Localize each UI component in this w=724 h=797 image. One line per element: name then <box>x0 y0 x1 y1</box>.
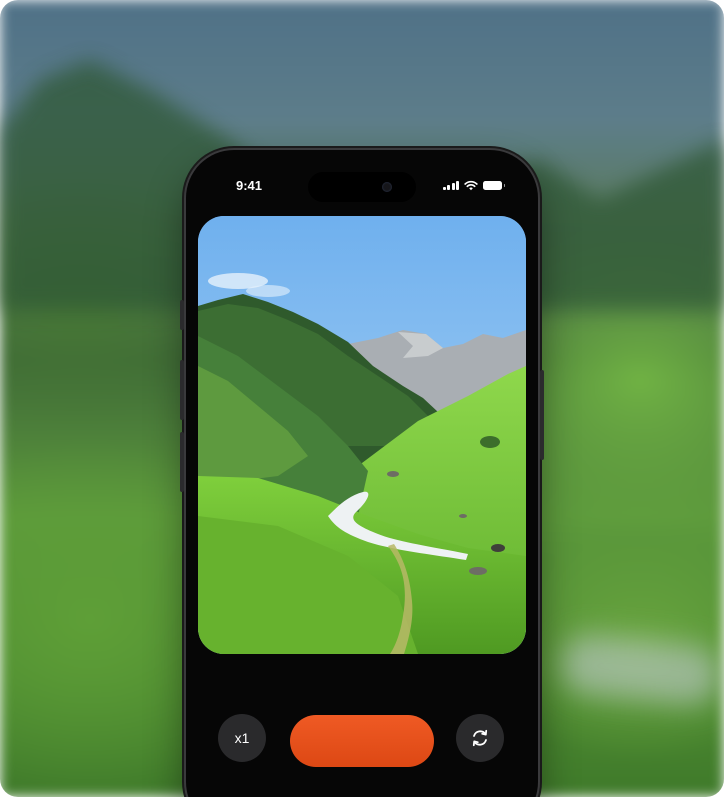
cellular-signal-icon <box>442 180 459 190</box>
camera-viewfinder[interactable] <box>198 216 526 654</box>
wifi-icon <box>464 180 478 190</box>
camera-rotate-icon <box>472 729 488 747</box>
status-bar-icons <box>442 179 505 191</box>
viewfinder-landscape-image <box>198 216 526 654</box>
phone-device: 9:41 x1 <box>180 150 544 797</box>
status-bar-time: 9:41 <box>236 178 263 193</box>
front-camera-icon <box>382 182 392 192</box>
phone-action-button <box>180 300 184 330</box>
battery-icon <box>483 180 505 190</box>
screenshot-frame: 9:41 x1 <box>0 0 724 797</box>
flip-camera-button[interactable] <box>456 714 504 762</box>
phone-volume-down-button <box>180 432 184 492</box>
camera-controls-bar: x1 <box>186 698 538 767</box>
phone-side-button <box>540 370 544 460</box>
phone-volume-up-button <box>180 360 184 420</box>
zoom-button[interactable]: x1 <box>218 714 266 762</box>
record-button[interactable] <box>290 715 434 767</box>
dynamic-island <box>308 172 416 202</box>
zoom-button-label: x1 <box>234 730 250 746</box>
